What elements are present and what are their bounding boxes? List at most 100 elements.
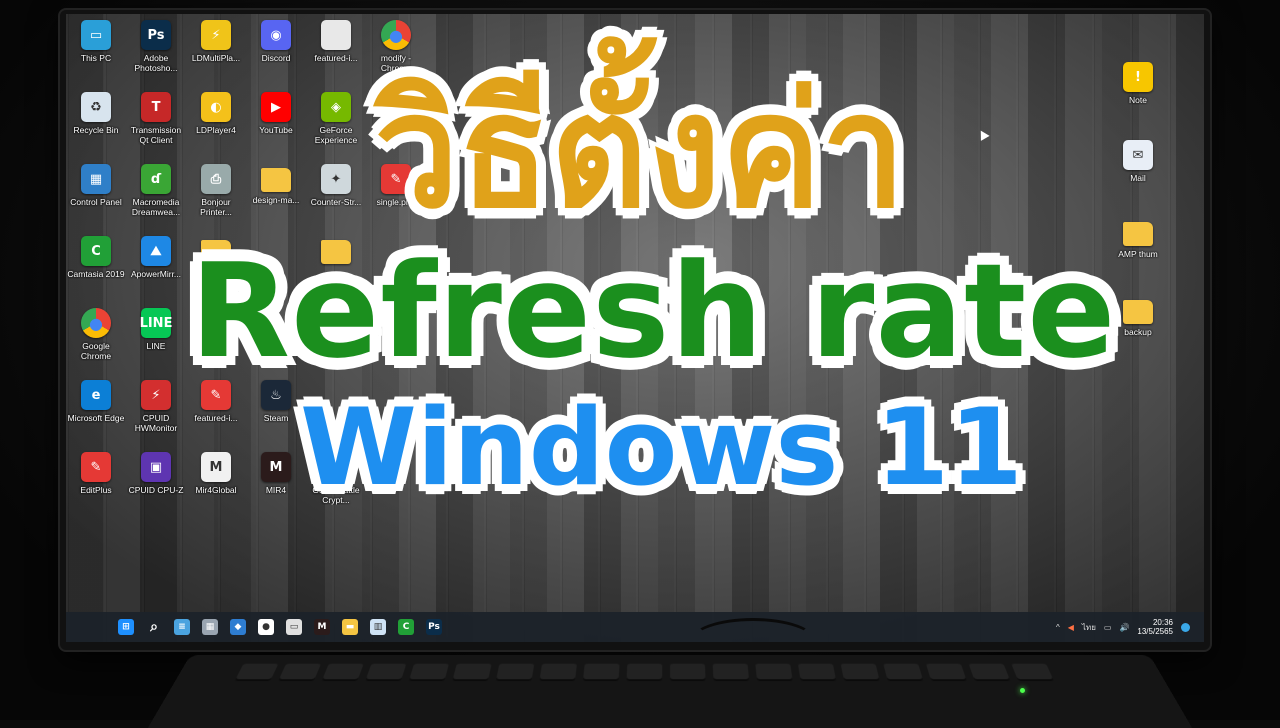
desktop-icon-label: CPUID CPU-Z: [128, 485, 184, 495]
desktop-icon[interactable]: backup: [1108, 290, 1168, 362]
desktop-icon[interactable]: Wo...: [186, 230, 246, 302]
chart-app-icon[interactable]: ▥: [370, 619, 386, 635]
desktop-icon-label: LINE: [146, 341, 166, 351]
desktop-icon[interactable]: AMP thum: [1108, 212, 1168, 284]
start-icon[interactable]: ⊞: [118, 619, 134, 635]
desktop-icon-label: Recycle Bin: [73, 125, 119, 135]
desktop-icon[interactable]: ◉ Discord: [246, 14, 306, 86]
desktop-icon[interactable]: G Gun... Battle Crypt...: [306, 446, 366, 518]
desktop-icon[interactable]: ⎙ Bonjour Printer...: [186, 158, 246, 230]
desktop-icon[interactable]: ✎ featured-i...: [186, 374, 246, 446]
keyboard: [147, 655, 1193, 728]
mir4-icon: M: [261, 452, 291, 482]
folder-icon: [321, 240, 351, 264]
desktop-icon[interactable]: ♨ Steam: [246, 374, 306, 446]
desktop-icon-label: modify - Chrome: [380, 53, 412, 73]
desktop-icon[interactable]: LINE LINE: [126, 302, 186, 374]
desktop-icon[interactable]: ⚡ LDMultiPla...: [186, 14, 246, 86]
desktop-icon[interactable]: ◈ GeForce Experience: [306, 86, 366, 158]
photoshop-icon[interactable]: Ps: [426, 619, 442, 635]
chrome-icon[interactable]: ●: [258, 619, 274, 635]
desktop-icon[interactable]: ▣ CPUID CPU-Z: [126, 446, 186, 518]
desktop-icon[interactable]: ♻ Recycle Bin: [66, 86, 126, 158]
line-icon: LINE: [140, 308, 172, 338]
tray-chevron-icon[interactable]: ^: [1056, 623, 1060, 632]
search-icon[interactable]: ⌕: [146, 619, 162, 635]
counter-strike-icon: ✦: [321, 164, 351, 194]
file-icon[interactable]: ▭: [286, 619, 302, 635]
camtasia-icon[interactable]: C: [398, 619, 414, 635]
keyboard-keys: [234, 663, 1054, 682]
desktop-icon-label: MIR4: [265, 485, 287, 495]
desktop-icon[interactable]: design-ma...: [246, 158, 306, 230]
calculator-icon[interactable]: ▦: [202, 619, 218, 635]
system-tray: ^ ◀ ไทย ▭ 🔊 20:36 13/5/2565: [1056, 612, 1190, 642]
empty-slot: [246, 302, 306, 374]
folder-icon: [201, 240, 231, 264]
desktop-icon[interactable]: ▦ Control Panel: [66, 158, 126, 230]
desktop-icon-label: GeForce Experience: [314, 125, 358, 145]
mir4-icon[interactable]: M: [314, 619, 330, 635]
chrome-icon: ●: [81, 308, 111, 338]
editplus-icon: ✎: [81, 452, 111, 482]
desktop-icon-label: ApowerMirr...: [130, 269, 182, 279]
desktop-icon[interactable]: [306, 230, 366, 302]
hwmonitor-icon: ⚡: [141, 380, 171, 410]
empty-slot: [246, 230, 306, 302]
mouse-cursor-icon: [976, 128, 990, 141]
file-explorer-icon[interactable]: ▬: [342, 619, 358, 635]
steam-icon: ♨: [261, 380, 291, 410]
network-icon[interactable]: ▭: [1104, 623, 1112, 632]
desktop-icon-label: YouTube: [259, 125, 293, 135]
desktop-icon[interactable]: ● Google Chrome: [66, 302, 126, 374]
desktop-icon[interactable]: featured-i...: [306, 14, 366, 86]
desktop-icon[interactable]: M Mir4Global: [186, 446, 246, 518]
desktop-icon[interactable]: C Camtasia 2019: [66, 230, 126, 302]
notepad-icon[interactable]: ≡: [174, 619, 190, 635]
clock[interactable]: 20:36 13/5/2565: [1137, 618, 1173, 636]
geforce-icon: ◈: [321, 92, 351, 122]
desktop-icon[interactable]: Ps Adobe Photosho...: [126, 14, 186, 86]
empty-slot: [366, 86, 426, 158]
desktop-icon-label: LDMultiPla...: [191, 53, 241, 63]
desktop-icon[interactable]: ! Note: [1108, 56, 1168, 128]
tray-app-icon[interactable]: ◀: [1068, 623, 1074, 632]
desktop-icon-label: Gun... Battle Crypt...: [312, 485, 360, 505]
desktop-icon[interactable]: ▭ This PC: [66, 14, 126, 86]
desktop-icon-label: Control Panel: [70, 197, 122, 207]
desktop-icon[interactable]: ɗ Macromedia Dreamwea...: [126, 158, 186, 230]
desktop-icon-label: Macromedia Dreamwea...: [131, 197, 181, 217]
folder-icon: [1123, 222, 1153, 246]
desktop-icon-label: Counter-Str...: [310, 197, 362, 207]
desktop-icon-label: Microsoft Edge: [67, 413, 125, 423]
desktop-icon[interactable]: ▶ YouTube: [246, 86, 306, 158]
notification-icon[interactable]: [1181, 622, 1190, 632]
desktop-icon[interactable]: e Microsoft Edge: [66, 374, 126, 446]
desktop-icon-label: Transmission Qt Client: [130, 125, 182, 145]
ldmultiplayer-icon: ⚡: [201, 20, 231, 50]
language-indicator[interactable]: ไทย: [1082, 621, 1096, 634]
volume-icon[interactable]: 🔊: [1119, 623, 1129, 632]
browser-icon[interactable]: ◆: [230, 619, 246, 635]
desktop-icon[interactable]: ✦ Counter-Str...: [306, 158, 366, 230]
file-icon: [321, 20, 351, 50]
desktop-icon[interactable]: ◐ LDPlayer4: [186, 86, 246, 158]
desktop-icon[interactable]: ● modify - Chrome: [366, 14, 426, 86]
desktop-right-icons: ! Note ✉ Mail AMP thum backup: [1108, 56, 1168, 362]
desktop-icon-label: LDPlayer4: [196, 125, 236, 135]
desktop-icon[interactable]: ⛰ ApowerMirr...: [126, 230, 186, 302]
desktop-icon-label: CPUID HWMonitor: [134, 413, 178, 433]
empty-slot: [366, 446, 426, 518]
empty-slot: [366, 230, 426, 302]
taskbar-icons: ⊞ ⌕ ≡ ▦ ◆ ● ▭ M ▬ ▥ C Ps: [118, 619, 442, 635]
desktop-icon[interactable]: ✎ EditPlus: [66, 446, 126, 518]
desktop-icon[interactable]: ✎ single.php: [366, 158, 426, 230]
desktop-icon-label: Google Chrome: [80, 341, 112, 361]
monitor: ▭ This PC Ps Adobe Photosho... ⚡ LDMultiPla..…: [60, 10, 1210, 650]
folder-icon: [1123, 300, 1153, 324]
desktop-icon[interactable]: M MIR4: [246, 446, 306, 518]
desktop-icon[interactable]: ⚡ CPUID HWMonitor: [126, 374, 186, 446]
desktop-icon-label: featured-i...: [194, 413, 238, 423]
desktop-icon[interactable]: ✉ Mail: [1108, 134, 1168, 206]
desktop-icon[interactable]: T Transmission Qt Client: [126, 86, 186, 158]
